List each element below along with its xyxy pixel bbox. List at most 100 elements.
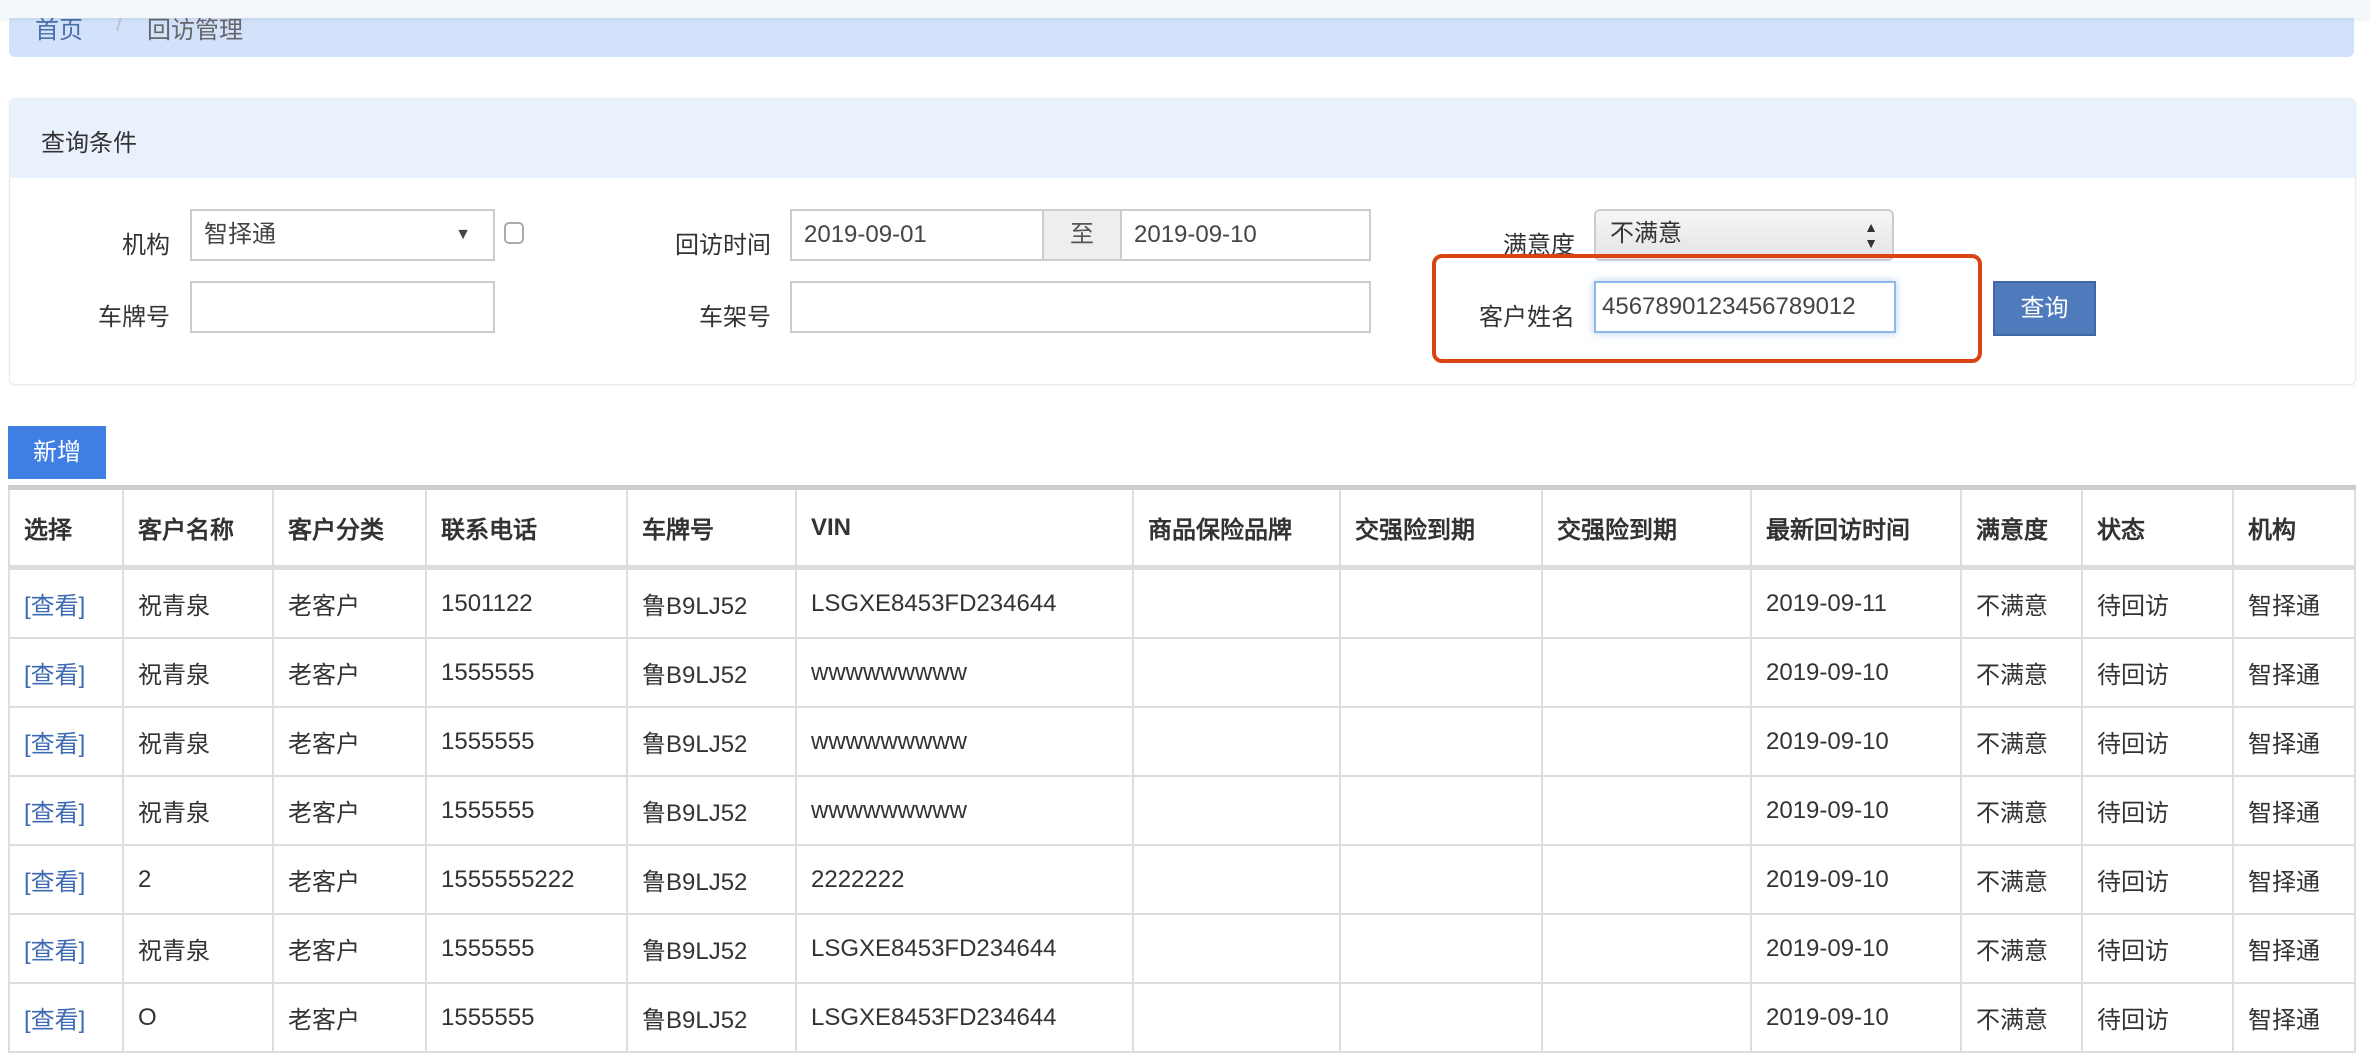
table-cell: 鲁B9LJ52	[626, 982, 797, 1053]
table-cell: 1555555	[425, 775, 628, 846]
table-cell: 2019-09-10	[1750, 706, 1962, 777]
plate-input[interactable]	[190, 281, 495, 333]
table-cell: 2019-09-10	[1750, 775, 1962, 846]
table-cell: 2019-09-10	[1750, 844, 1962, 915]
table-cell: O	[122, 982, 274, 1053]
org-label: 机构	[122, 232, 170, 259]
view-link[interactable]: [查看]	[8, 913, 124, 984]
table-cell: 老客户	[272, 637, 427, 708]
table-cell: 待回访	[2081, 982, 2234, 1053]
table-cell: LSGXE8453FD234644	[795, 913, 1134, 984]
table-cell: 老客户	[272, 913, 427, 984]
table-cell: 鲁B9LJ52	[626, 566, 797, 639]
view-link[interactable]: [查看]	[8, 706, 124, 777]
table-cell: 1555555	[425, 637, 628, 708]
table-cell	[1541, 706, 1752, 777]
table-cell: 智择通	[2232, 775, 2356, 846]
table-cell: 2019-09-10	[1750, 982, 1962, 1053]
table-cell	[1541, 844, 1752, 915]
table-header-row: 选择 客户名称 客户分类 联系电话 车牌号 VIN 商品保险品牌 交强险到期 交强险到期 最新回访…	[8, 486, 2356, 570]
view-link[interactable]: [查看]	[8, 982, 124, 1053]
table-cell: 待回访	[2081, 637, 2234, 708]
column-header: 满意度	[1960, 486, 2083, 570]
table-cell: 智择通	[2232, 637, 2356, 708]
org-select-value: 智择通	[204, 221, 276, 248]
table-cell: 智择通	[2232, 566, 2356, 639]
table-cell: 不满意	[1960, 844, 2083, 915]
table-cell	[1339, 913, 1543, 984]
column-header: 客户名称	[122, 486, 274, 570]
add-button[interactable]: 新增	[8, 426, 106, 479]
table-cell	[1339, 844, 1543, 915]
table-cell: 祝青泉	[122, 775, 274, 846]
org-select[interactable]: 智择通 ▼	[190, 209, 495, 261]
table-cell	[1339, 566, 1543, 639]
table-cell: LSGXE8453FD234644	[795, 566, 1134, 639]
satisfaction-select-value: 不满意	[1610, 220, 1682, 247]
table-cell: wwwwwwwww	[795, 637, 1134, 708]
table-cell	[1132, 844, 1341, 915]
table-cell: 1555555	[425, 913, 628, 984]
table-row: [查看] 祝青泉 老客户 1555555 鲁B9LJ52 wwwwwwwww 2019-09…	[8, 706, 2356, 777]
table-cell: 2019-09-10	[1750, 913, 1962, 984]
column-header: 交强险到期	[1541, 486, 1752, 570]
table-cell	[1132, 637, 1341, 708]
customer-name-label: 客户姓名	[1479, 304, 1575, 331]
table-cell: 待回访	[2081, 775, 2234, 846]
table-cell: 老客户	[272, 706, 427, 777]
table-cell	[1541, 982, 1752, 1053]
query-panel-header	[10, 99, 2355, 178]
customer-name-input[interactable]: 4567890123456789012	[1594, 281, 1896, 333]
table-cell	[1541, 637, 1752, 708]
table-cell: 祝青泉	[122, 637, 274, 708]
view-link[interactable]: [查看]	[8, 844, 124, 915]
table-cell: 祝青泉	[122, 913, 274, 984]
top-strip	[0, 0, 2370, 18]
view-link[interactable]: [查看]	[8, 775, 124, 846]
column-header: 商品保险品牌	[1132, 486, 1341, 570]
search-button[interactable]: 查询	[1993, 281, 2096, 336]
table-cell	[1339, 775, 1543, 846]
table-cell	[1132, 982, 1341, 1053]
visit-time-label: 回访时间	[675, 232, 771, 259]
plate-label: 车牌号	[98, 304, 170, 331]
frame-input[interactable]	[790, 281, 1371, 333]
table-cell: 鲁B9LJ52	[626, 706, 797, 777]
table-cell: 鲁B9LJ52	[626, 913, 797, 984]
table-cell: 智择通	[2232, 982, 2356, 1053]
table-row: [查看] 2 老客户 1555555222 鲁B9LJ52 2222222 2019-09-…	[8, 844, 2356, 915]
view-link[interactable]: [查看]	[8, 566, 124, 639]
table-cell: 待回访	[2081, 913, 2234, 984]
table-cell: wwwwwwwww	[795, 706, 1134, 777]
table-cell: 鲁B9LJ52	[626, 844, 797, 915]
table-cell	[1132, 913, 1341, 984]
table-cell: 老客户	[272, 844, 427, 915]
table-cell: 不满意	[1960, 637, 2083, 708]
column-header: 状态	[2081, 486, 2234, 570]
column-header: VIN	[795, 486, 1134, 570]
table-cell	[1339, 637, 1543, 708]
table-cell: 智择通	[2232, 844, 2356, 915]
table-cell	[1541, 775, 1752, 846]
table-cell: 1555555	[425, 706, 628, 777]
table-cell	[1541, 566, 1752, 639]
table-cell: 祝青泉	[122, 706, 274, 777]
visit-time-to-input[interactable]: 2019-09-10	[1120, 209, 1371, 261]
table-row: [查看] 祝青泉 老客户 1555555 鲁B9LJ52 LSGXE8453FD23464…	[8, 913, 2356, 984]
table-cell	[1339, 706, 1543, 777]
table-cell: 2222222	[795, 844, 1134, 915]
table-row: [查看] 祝青泉 老客户 1501122 鲁B9LJ52 LSGXE8453FD23464…	[8, 566, 2356, 639]
org-checkbox[interactable]	[504, 222, 524, 244]
column-header: 客户分类	[272, 486, 427, 570]
column-header: 车牌号	[626, 486, 797, 570]
table-cell: wwwwwwwww	[795, 775, 1134, 846]
table-cell: 1555555	[425, 982, 628, 1053]
visit-time-from-input[interactable]: 2019-09-01	[790, 209, 1044, 261]
table-cell: 鲁B9LJ52	[626, 775, 797, 846]
query-panel-title: 查询条件	[41, 130, 137, 157]
table-cell: 不满意	[1960, 566, 2083, 639]
column-header: 联系电话	[425, 486, 628, 570]
view-link[interactable]: [查看]	[8, 637, 124, 708]
table-cell: 不满意	[1960, 913, 2083, 984]
table-cell	[1132, 775, 1341, 846]
